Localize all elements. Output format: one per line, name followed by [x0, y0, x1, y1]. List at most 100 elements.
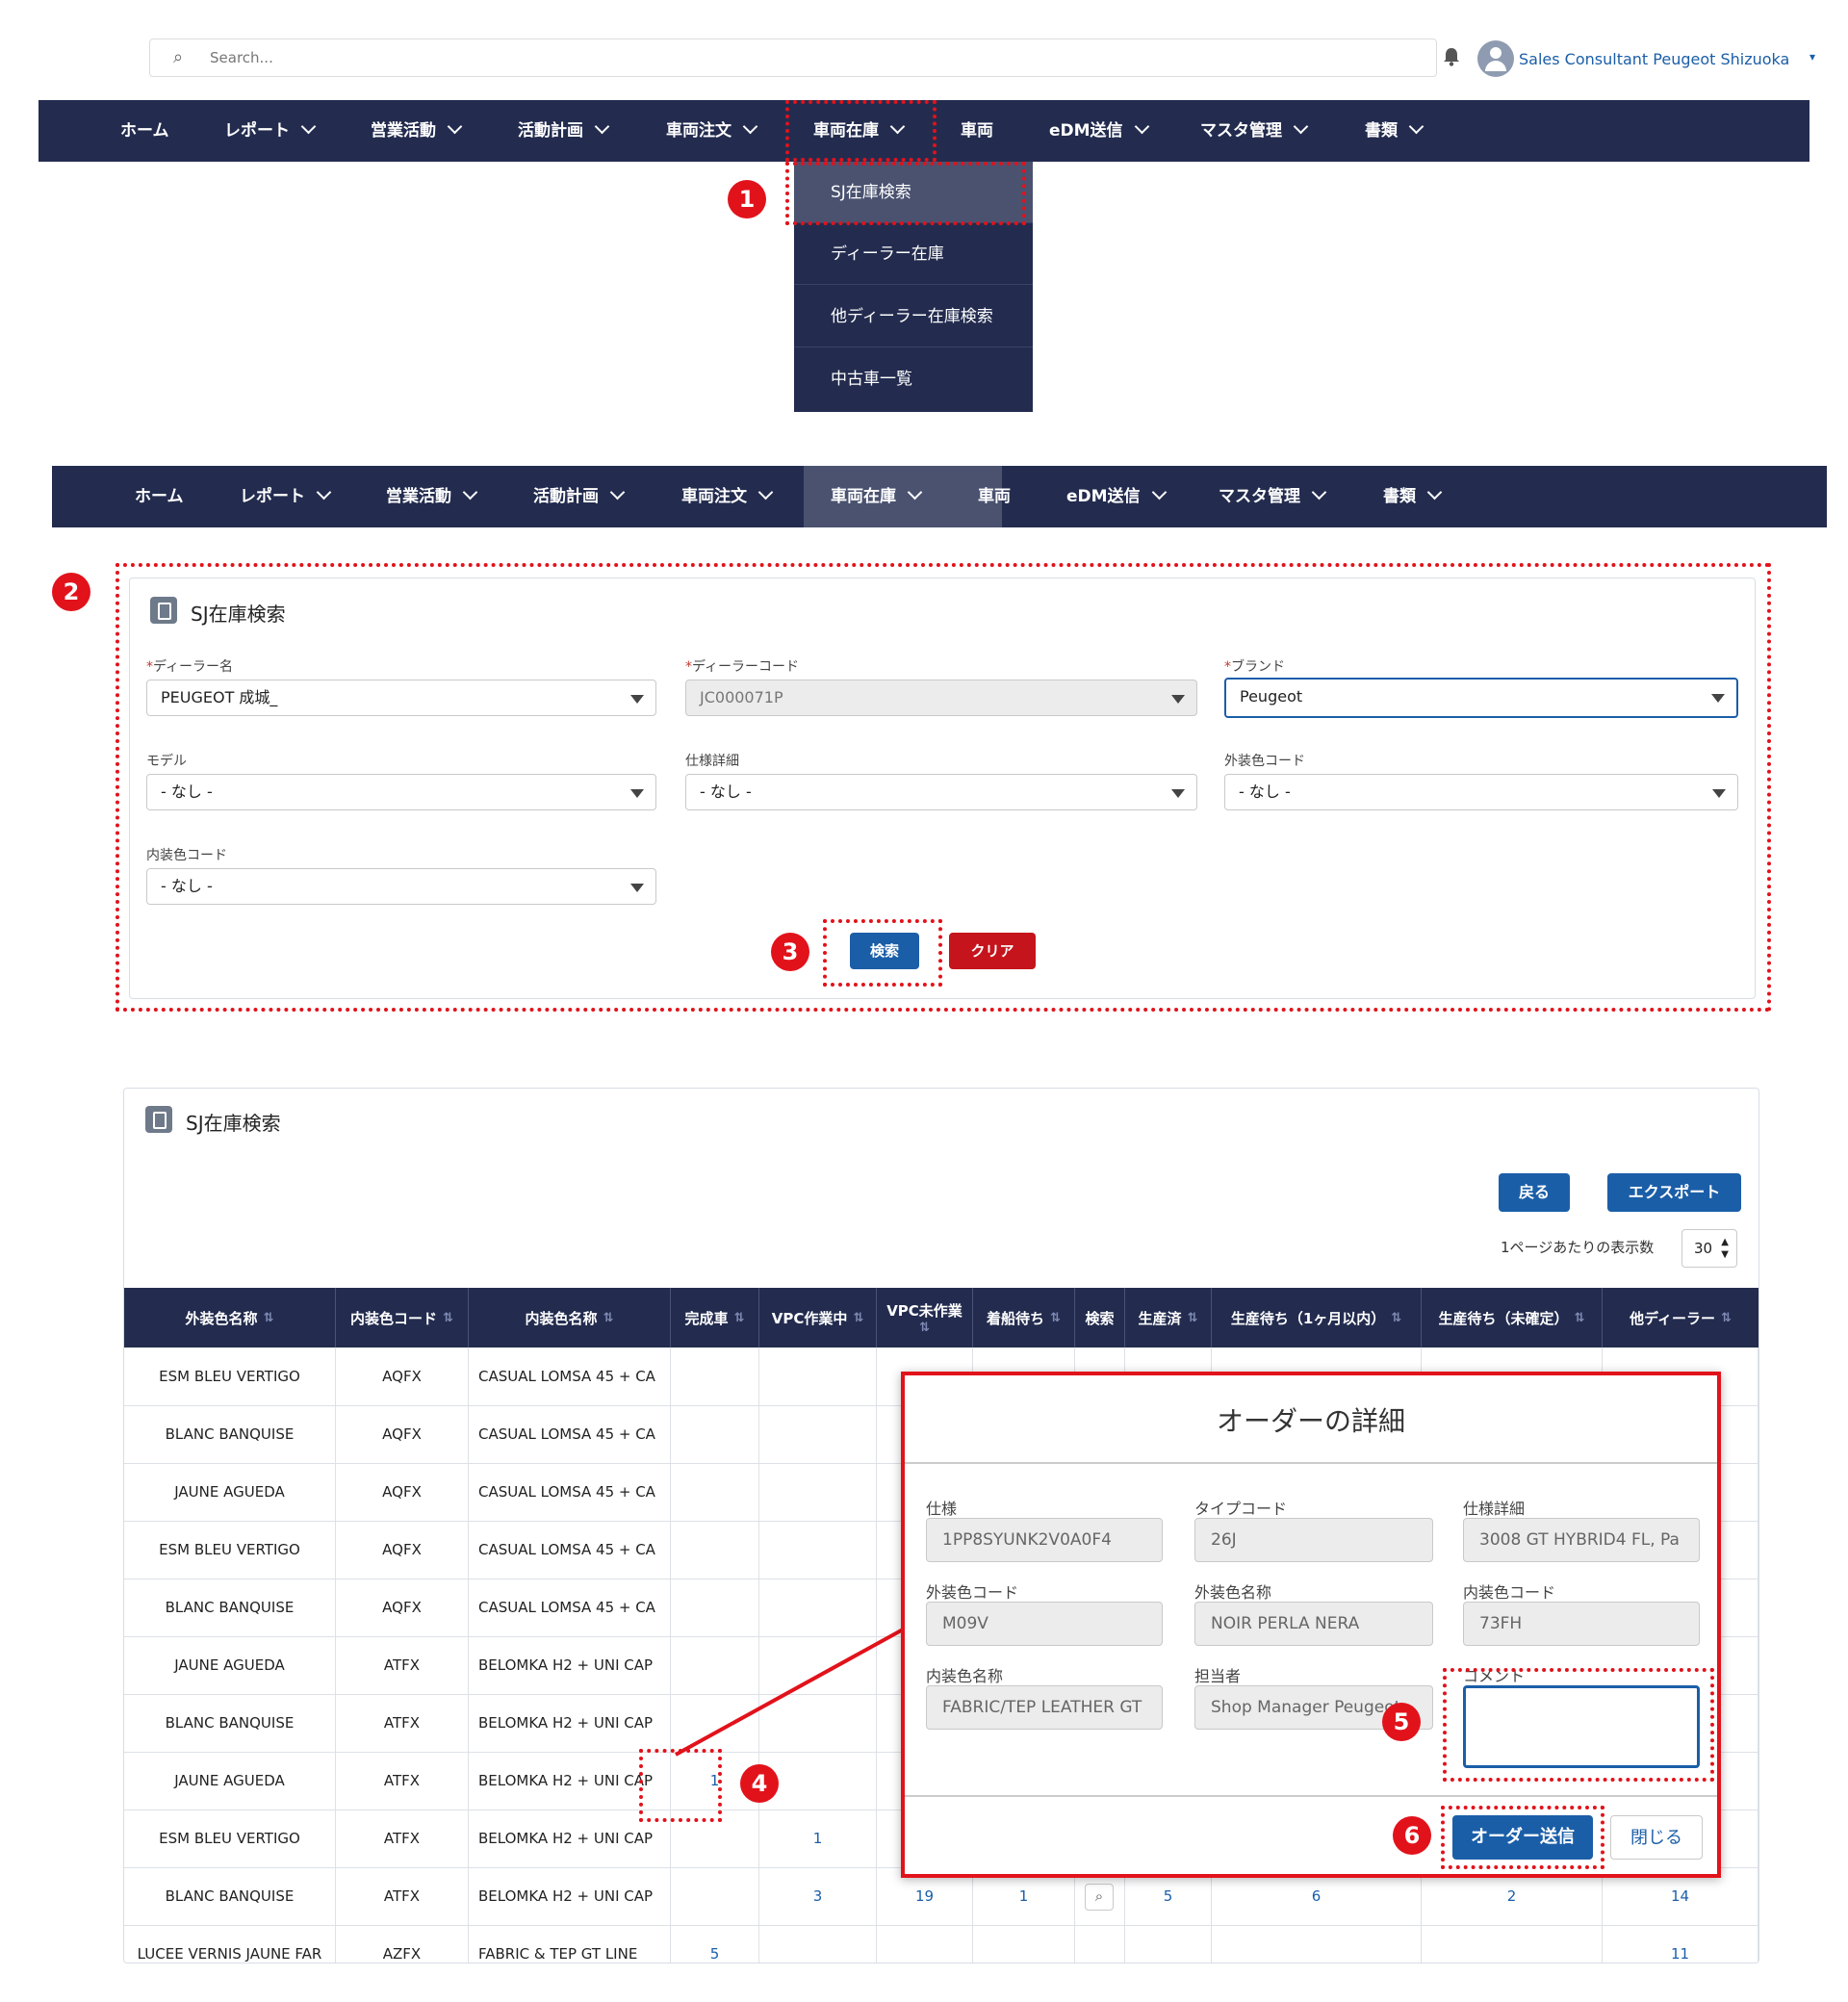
- spinner-value: 30: [1694, 1240, 1713, 1257]
- search-button[interactable]: 検索: [850, 933, 919, 969]
- nav-label: マスタ管理: [1219, 487, 1300, 506]
- user-menu-caret-icon[interactable]: ▾: [1810, 50, 1815, 64]
- nav-item-reports[interactable]: レポート: [240, 466, 332, 527]
- table-cell: [1422, 1925, 1603, 1963]
- table-cell: [759, 1348, 877, 1405]
- col-header-interior-code[interactable]: 内装色コード ⇅: [336, 1288, 469, 1348]
- select-value: Peugeot: [1240, 687, 1303, 706]
- select-value: JC000071P: [700, 688, 783, 706]
- select-value: PEUGEOT 成城_: [161, 688, 278, 706]
- nav-item-vehicles[interactable]: 車両: [961, 100, 993, 162]
- chevron-down-icon: [447, 118, 463, 135]
- field-label: 担当者: [1194, 1667, 1242, 1685]
- stock-count-link[interactable]: 1: [759, 1810, 877, 1867]
- chevron-down-icon: [1426, 484, 1443, 500]
- nav-item-home[interactable]: ホーム: [135, 466, 184, 527]
- search-placeholder: Search...: [210, 49, 273, 66]
- order-submit-button[interactable]: オーダー送信: [1452, 1815, 1593, 1860]
- exterior-code-select[interactable]: - なし -: [1224, 774, 1738, 810]
- user-avatar[interactable]: [1477, 40, 1514, 77]
- interior-code-label: 内装色コード: [146, 848, 227, 863]
- back-button[interactable]: 戻る: [1499, 1173, 1570, 1212]
- dropdown-item-dealer-stock[interactable]: ディーラー在庫: [794, 223, 1033, 285]
- nav-item-vehicles[interactable]: 車両: [978, 466, 1011, 527]
- nav-item-orders[interactable]: 車両注文: [681, 466, 774, 527]
- nav-item-master[interactable]: マスタ管理: [1200, 100, 1309, 162]
- step-badge-3: 3: [771, 933, 809, 971]
- nav-item-documents[interactable]: 書類: [1383, 466, 1443, 527]
- exterior-code-label: 外装色コード: [1224, 754, 1305, 769]
- interior-code-select[interactable]: - なし -: [146, 868, 656, 905]
- stock-count-link[interactable]: 11: [1603, 1925, 1758, 1963]
- col-header-interior-name[interactable]: 内装色名称 ⇅: [469, 1288, 671, 1348]
- col-header-ship[interactable]: 着船待ち ⇅: [973, 1288, 1075, 1348]
- header-text: VPC未作業: [886, 1302, 962, 1320]
- col-header-exterior-name[interactable]: 外装色名称 ⇅: [124, 1288, 336, 1348]
- model-label: モデル: [146, 754, 187, 769]
- nav-item-home[interactable]: ホーム: [120, 100, 169, 162]
- nav-item-inventory-active[interactable]: 車両在庫: [804, 466, 1002, 527]
- nav-item-plans[interactable]: 活動計画: [533, 466, 626, 527]
- header-text: 外装色名称: [185, 1309, 258, 1327]
- export-button[interactable]: エクスポート: [1607, 1173, 1741, 1212]
- table-cell: [877, 1925, 973, 1963]
- nav-item-documents[interactable]: 書類: [1365, 100, 1424, 162]
- label-text: ブランド: [1231, 659, 1285, 675]
- spec-field: 1PP8SYUNK2V0A0F4: [926, 1518, 1163, 1562]
- nav-label: マスタ管理: [1200, 121, 1282, 141]
- search-icon[interactable]: ⌕: [1085, 1884, 1114, 1911]
- user-name[interactable]: Sales Consultant Peugeot Shizuoka: [1519, 50, 1789, 68]
- table-cell: AZFX: [336, 1925, 469, 1963]
- col-header-complete[interactable]: 完成車 ⇅: [671, 1288, 759, 1348]
- col-header-wait-month[interactable]: 生産待ち（1ヶ月以内） ⇅: [1212, 1288, 1422, 1348]
- clear-button[interactable]: クリア: [949, 933, 1036, 969]
- dropdown-item-used-cars[interactable]: 中古車一覧: [794, 348, 1033, 410]
- table-cell: CASUAL LOMSA 45 + CA: [469, 1463, 671, 1521]
- highlight-comment: [1443, 1668, 1714, 1782]
- spec-detail-select[interactable]: - なし -: [685, 774, 1197, 810]
- table-cell: [671, 1348, 759, 1405]
- col-header-produced[interactable]: 生産済 ⇅: [1125, 1288, 1212, 1348]
- table-cell: BELOMKA H2 + UNI CAP: [469, 1867, 671, 1925]
- nav-item-reports[interactable]: レポート: [224, 100, 317, 162]
- nav-label: ホーム: [135, 487, 184, 506]
- global-search[interactable]: ⌕ Search...: [149, 38, 1437, 77]
- sort-icon: ⇅: [443, 1310, 453, 1325]
- stock-count-link[interactable]: 5: [671, 1925, 759, 1963]
- nav-item-sales[interactable]: 営業活動: [371, 100, 463, 162]
- nav-item-edm[interactable]: eDM送信: [1066, 466, 1167, 527]
- nav-label: 活動計画: [518, 121, 583, 141]
- col-header-other-dealer[interactable]: 他ディーラー ⇅: [1603, 1288, 1758, 1348]
- model-select[interactable]: - なし -: [146, 774, 656, 810]
- sj-search-icon: [145, 1106, 172, 1133]
- select-value: - なし -: [700, 783, 752, 801]
- nav-item-sales[interactable]: 営業活動: [386, 466, 478, 527]
- stock-count-link[interactable]: 3: [759, 1867, 877, 1925]
- close-button[interactable]: 閉じる: [1610, 1815, 1703, 1860]
- nav-item-orders[interactable]: 車両注文: [666, 100, 758, 162]
- table-cell: JAUNE AGUEDA: [124, 1636, 336, 1694]
- per-page-spinner[interactable]: 30 ▲ ▼: [1681, 1229, 1737, 1268]
- brand-select[interactable]: Peugeot: [1224, 678, 1738, 718]
- highlight-complete-cell: [639, 1749, 722, 1822]
- table-cell: [671, 1521, 759, 1578]
- chevron-down-icon: [1311, 484, 1327, 500]
- nav-item-plans[interactable]: 活動計画: [518, 100, 610, 162]
- dealer-name-select[interactable]: PEUGEOT 成城_: [146, 680, 656, 716]
- nav-item-edm[interactable]: eDM送信: [1049, 100, 1149, 162]
- header-text: VPC作業中: [771, 1309, 848, 1327]
- dropdown-item-other-dealer[interactable]: 他ディーラー在庫検索: [794, 286, 1033, 347]
- connector-line: [675, 1617, 923, 1757]
- col-header-vpc-un[interactable]: VPC未作業 ⇅: [877, 1288, 973, 1348]
- dropdown-label: ディーラー在庫: [831, 244, 944, 264]
- label-text: ディーラー名: [153, 659, 234, 675]
- col-header-wait-unconfirmed[interactable]: 生産待ち（未確定） ⇅: [1422, 1288, 1603, 1348]
- required-marker: *: [685, 659, 692, 675]
- nav-item-master[interactable]: マスタ管理: [1219, 466, 1327, 527]
- bell-icon[interactable]: [1441, 46, 1462, 67]
- brand-label: *ブランド: [1224, 656, 1285, 676]
- table-cell: BELOMKA H2 + UNI CAP: [469, 1636, 671, 1694]
- chevron-down-icon: [609, 484, 626, 500]
- col-header-vpc[interactable]: VPC作業中 ⇅: [759, 1288, 877, 1348]
- table-cell: ATFX: [336, 1867, 469, 1925]
